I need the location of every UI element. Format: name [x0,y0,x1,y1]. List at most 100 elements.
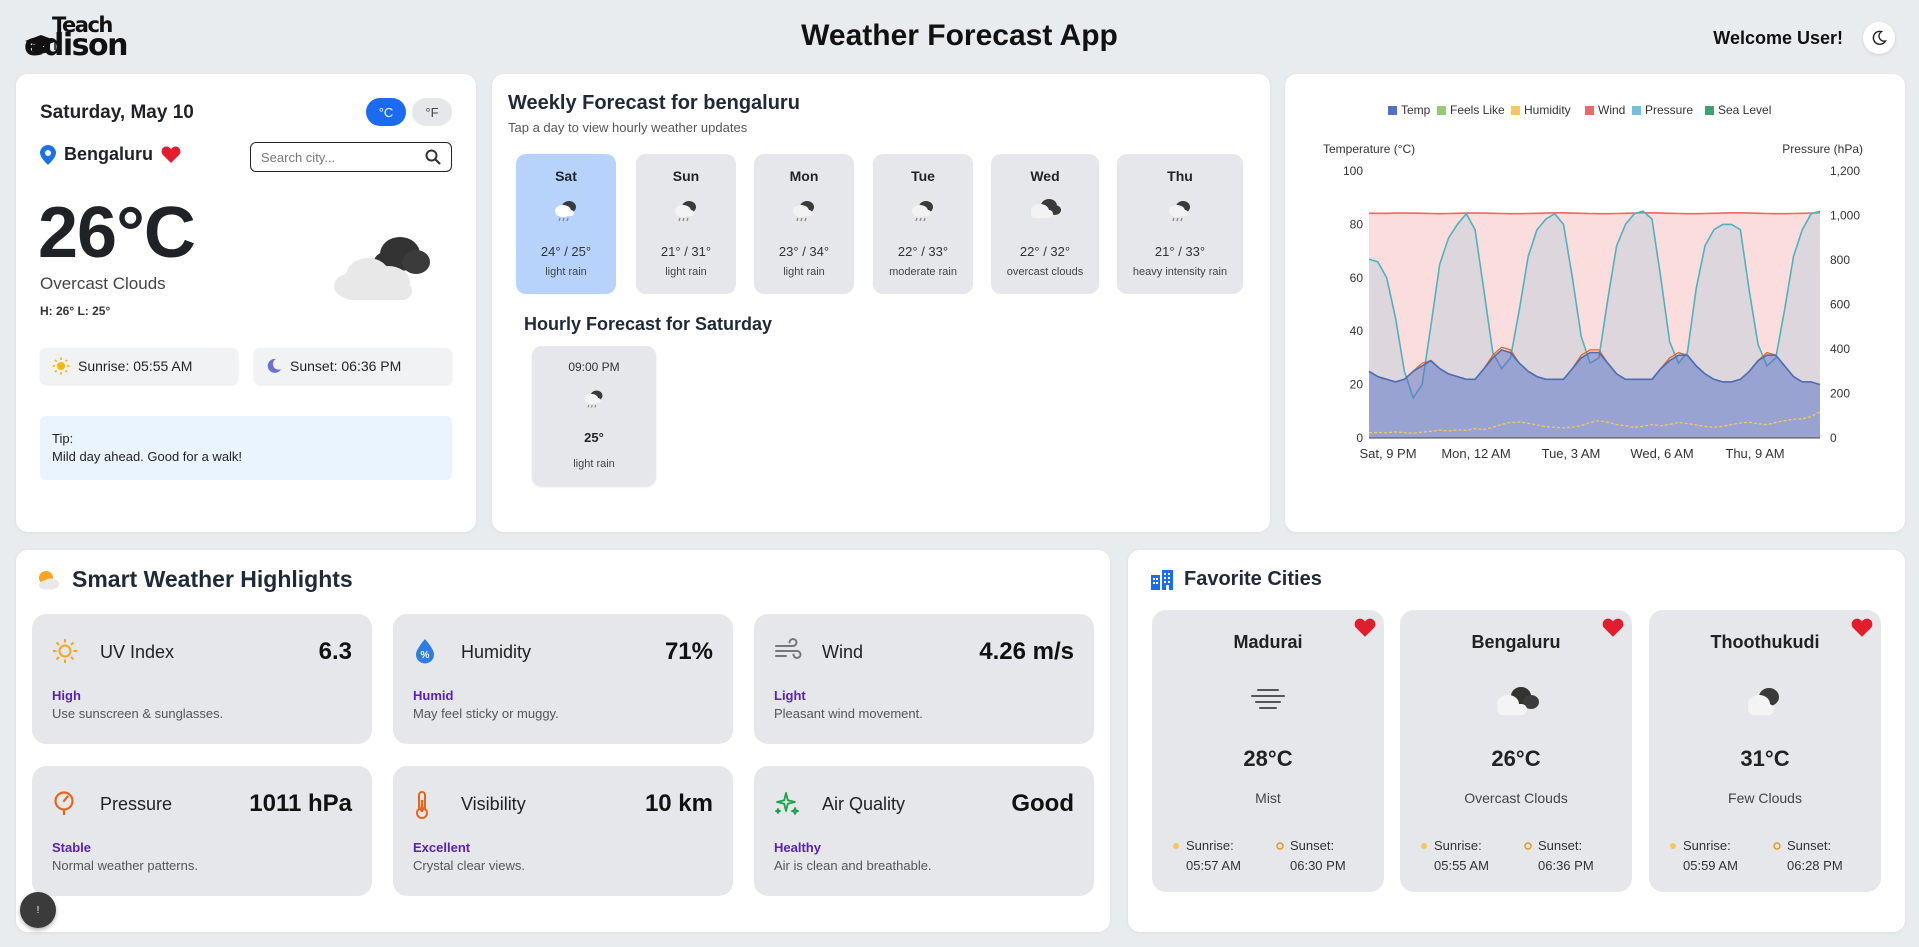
tip-text: Mild day ahead. Good for a walk! [52,449,243,464]
app-title: Weather Forecast App [801,19,1118,52]
day-card-sun[interactable]: Sun 21° / 31° light rain [636,154,736,294]
sunrise-label: Sunrise: [1186,838,1234,853]
tile-status: Healthy [774,840,821,855]
x-tick-label: Wed, 6 AM [1630,446,1693,461]
current-condition: Overcast Clouds [40,274,166,293]
tile-value: Good [1011,790,1074,817]
humidity-tile: % Humidity 71% Humid May feel sticky or … [393,614,733,744]
svg-text:%: % [421,650,430,661]
fav-city-name: Bengaluru [1471,632,1561,652]
hourly-card[interactable]: 09:00 PM 25° light rain [532,346,656,486]
y-tick-left: 100 [1343,164,1363,178]
search-input[interactable] [261,149,411,165]
heart-icon[interactable] [161,146,181,164]
droplet-percent-icon: % [413,638,437,669]
legend-swatch [1437,106,1446,115]
day-name: Sat [555,168,577,184]
current-weather-card: Saturday, May 10 °C °F Bengaluru 26°C Ov… [16,74,476,532]
day-card-sat[interactable]: Sat 24° / 25° light rain [516,154,616,294]
sun-icon [52,357,70,375]
weather-chart: Temp Feels Like Humidity Wind Pressure Sea Le… [1323,103,1863,461]
legend-swatch [1511,106,1520,115]
tile-desc: Normal weather patterns. [52,858,198,873]
hour-time: 09:00 PM [568,360,620,374]
tile-status: Light [774,688,806,703]
tile-label: Pressure [100,794,173,814]
y-tick-left: 0 [1356,431,1363,445]
tile-desc: Air is clean and breathable. [774,858,932,873]
uv-index-tile: UV Index 6.3 High Use sunscreen & sungla… [32,614,372,744]
current-date: Saturday, May 10 [40,102,194,123]
city-buildings-icon [1151,569,1173,590]
y-tick-left: 80 [1350,217,1364,231]
celsius-button[interactable]: °C [366,98,406,126]
sunset-time: Sunset: 06:36 PM [290,358,402,374]
legend-label: Pressure [1645,103,1693,117]
thermometer-icon [413,790,431,825]
x-tick-label: Tue, 3 AM [1542,446,1601,461]
app-header: Teach edison Weather Forecast App Welcom… [0,0,1919,72]
favorite-city-card-thoothukudi[interactable]: Thoothukudi 31°C Few Clouds Sunrise: 05:5… [1649,610,1881,892]
search-icon[interactable] [425,149,441,165]
sun-cloud-icon [39,570,59,589]
favorite-city-card-madurai[interactable]: Madurai 28°C Mist Sunrise: 05:57 AM Sunse… [1152,610,1384,892]
gauge-icon [52,790,76,821]
rain-icon [873,198,973,224]
fav-temp: 31°C [1740,746,1790,771]
sunset-label: Sunset: [1290,838,1335,853]
weather-chart-card: Temp Feels Like Humidity Wind Pressure Sea Le… [1285,74,1905,532]
floating-action-button[interactable]: ! [20,892,56,928]
y-axis-right-label: Pressure (hPa) [1782,142,1863,156]
weekly-forecast-card: Weekly Forecast for bengaluru Tap a day … [492,74,1270,532]
sunset-box: Sunset: 06:36 PM [254,348,452,384]
overcast-cloud-icon [1400,684,1632,718]
tile-status: Humid [413,688,454,703]
sunset-time: 06:30 PM [1290,858,1346,873]
legend-swatch [1388,106,1397,115]
tile-value: 10 km [644,790,713,817]
fahrenheit-button[interactable]: °F [412,98,452,126]
fav-city-name: Madurai [1233,632,1303,652]
fav-sunset: Sunset: 06:28 PM [1773,836,1843,876]
tile-label: UV Index [100,642,175,662]
y-tick-right: 0 [1830,431,1837,445]
rain-icon [636,198,736,224]
hour-desc: light rain [573,458,615,470]
tile-value: 4.26 m/s [979,638,1074,665]
overcast-cloud-icon [328,224,438,309]
rain-icon [754,198,854,224]
high-low: H: 26° L: 25° [40,304,111,318]
day-card-tue[interactable]: Tue 22° / 33° moderate rain [873,154,973,294]
hourly-title: Hourly Forecast for Saturday [524,314,773,334]
day-card-wed[interactable]: Wed 22° / 32° overcast clouds [991,154,1099,294]
sunset-icon [1276,842,1284,850]
y-axis-left-label: Temperature (°C) [1323,142,1415,156]
fav-sunrise: Sunrise: 05:57 AM [1172,836,1241,876]
day-desc: overcast clouds [1006,266,1084,278]
legend-label: Sea Level [1718,103,1771,117]
tile-desc: Crystal clear views. [413,858,525,873]
favorite-cities-title-text: Favorite Cities [1184,568,1322,590]
sunset-icon [1773,842,1781,850]
visibility-tile: Visibility 10 km Excellent Crystal clear… [393,766,733,896]
highlights-card: Smart Weather Highlights UV Index 6.3 Hi… [16,550,1110,932]
tile-value: 1011 hPa [249,790,352,817]
y-tick-right: 200 [1830,387,1850,401]
tile-label: Visibility [461,794,526,814]
air-quality-tile: Air Quality Good Healthy Air is clean an… [754,766,1094,896]
hour-temp: 25° [584,430,604,445]
fav-condition: Mist [1255,790,1281,806]
sunrise-icon [1670,843,1676,849]
highlights-title-text: Smart Weather Highlights [72,566,353,592]
day-card-thu[interactable]: Thu 21° / 33° heavy intensity rain [1117,154,1243,294]
y-tick-right: 1,200 [1830,164,1860,178]
day-card-mon[interactable]: Mon 23° / 34° light rain [754,154,854,294]
sunrise-time: 05:57 AM [1186,858,1241,873]
favorite-city-card-bengaluru[interactable]: Bengaluru 26°C Overcast Clouds Sunrise: 0… [1400,610,1632,892]
legend-swatch [1705,106,1714,115]
welcome-text: Welcome User! [1713,28,1843,48]
city-search[interactable] [250,142,452,172]
fav-sunrise: Sunrise: 05:59 AM [1669,836,1738,876]
fav-temp: 26°C [1491,746,1541,771]
theme-toggle-button[interactable] [1863,22,1895,54]
